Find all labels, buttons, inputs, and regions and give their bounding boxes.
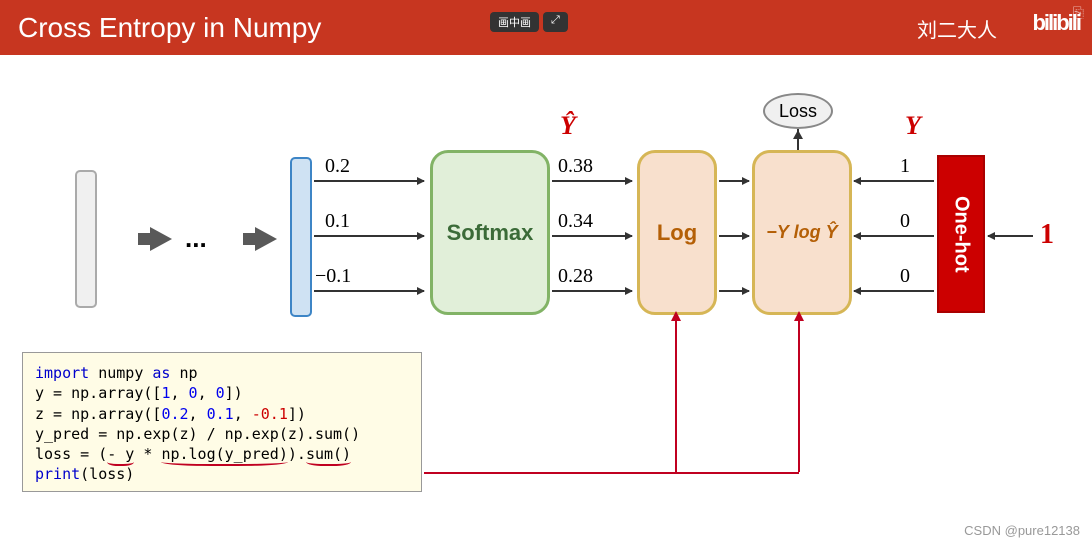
z-value-2: −0.1: [315, 265, 351, 288]
camera-icon: ⎘: [1073, 4, 1084, 21]
code-line-2: y = np.array([1, 0, 0]): [35, 383, 409, 403]
yhat-arrow-2: [552, 290, 632, 292]
code-line-1: import numpy as np: [35, 363, 409, 383]
lf-arrow-1: [719, 235, 749, 237]
log-node: Log: [637, 150, 717, 315]
code-pointer-head1: [671, 311, 681, 321]
formula-label: −Y log Ŷ: [766, 222, 837, 243]
loss-label: Loss: [779, 101, 817, 122]
yhat-arrow-1: [552, 235, 632, 237]
log-label: Log: [657, 220, 697, 246]
ellipsis: ...: [185, 223, 207, 254]
code-pointer-v2: [798, 317, 800, 472]
z-arrow-1: [314, 235, 424, 237]
yhat-value-1: 0.34: [558, 210, 593, 233]
watermark: CSDN @pure12138: [964, 523, 1080, 538]
y-label: Y: [905, 111, 921, 141]
page-title: Cross Entropy in Numpy: [18, 12, 321, 44]
code-line-3: z = np.array([0.2, 0.1, -0.1]): [35, 404, 409, 424]
code-pointer-h: [424, 472, 799, 474]
loss-node: Loss: [763, 93, 833, 129]
y-value-0: 1: [900, 155, 910, 178]
code-line-5: loss = (- y * np.log(y_pred)).sum(): [35, 444, 409, 464]
yhat-value-0: 0.38: [558, 155, 593, 178]
z-arrow-0: [314, 180, 424, 182]
z-value-1: 0.1: [325, 210, 350, 233]
y-arrow-1: [854, 235, 934, 237]
input-bar: [75, 170, 97, 308]
up-arrowhead: [793, 130, 803, 139]
z-arrow-2: [314, 290, 424, 292]
softmax-node: Softmax: [430, 150, 550, 315]
softmax-label: Softmax: [447, 220, 534, 246]
expand-button[interactable]: ⤢: [543, 12, 568, 32]
lf-arrow-0: [719, 180, 749, 182]
onehot-node: One-hot: [937, 155, 985, 313]
code-snippet: import numpy as np y = np.array([1, 0, 0…: [22, 352, 422, 492]
code-line-6: print(loss): [35, 464, 409, 484]
onehot-label: One-hot: [950, 196, 973, 273]
code-pointer-head2: [794, 311, 804, 321]
y-arrow-0: [854, 180, 934, 182]
formula-node: −Y log Ŷ: [752, 150, 852, 315]
code-pointer-v1: [675, 317, 677, 472]
one-input-value: 1: [1040, 219, 1054, 251]
y-value-2: 0: [900, 265, 910, 288]
one-input-arrow: [988, 235, 1033, 237]
video-controls: 画中画 ⤢: [490, 12, 568, 32]
flow-arrow-1: [150, 227, 172, 251]
header: Cross Entropy in Numpy 画中画 ⤢ 刘二大人 bilibi…: [0, 0, 1092, 55]
y-value-1: 0: [900, 210, 910, 233]
author-label: 刘二大人: [917, 14, 997, 43]
code-line-4: y_pred = np.exp(z) / np.exp(z).sum(): [35, 424, 409, 444]
yhat-value-2: 0.28: [558, 265, 593, 288]
lf-arrow-2: [719, 290, 749, 292]
z-value-0: 0.2: [325, 155, 350, 178]
logits-bar: [290, 157, 312, 317]
y-arrow-2: [854, 290, 934, 292]
pip-button[interactable]: 画中画: [490, 12, 539, 32]
flow-arrow-2: [255, 227, 277, 251]
yhat-arrow-0: [552, 180, 632, 182]
yhat-label: Ŷ: [560, 111, 576, 141]
